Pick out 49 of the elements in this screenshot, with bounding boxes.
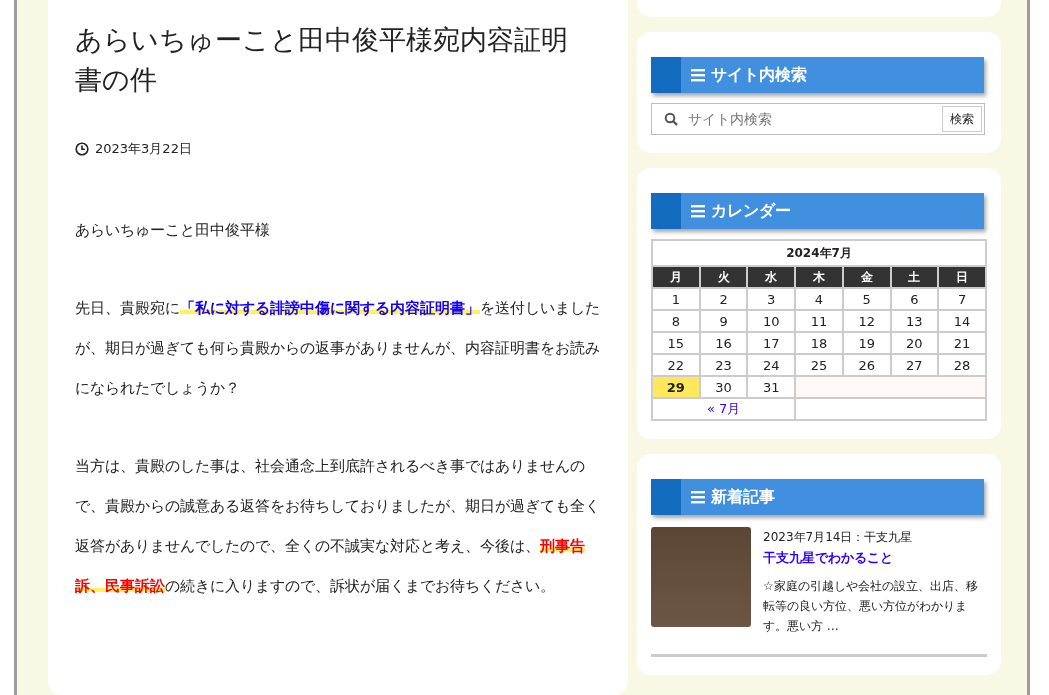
weekday-header: 火: [699, 266, 748, 288]
post-date: 2023年3月22日: [95, 140, 192, 158]
calendar-day[interactable]: 6: [890, 288, 939, 310]
calendar-day[interactable]: 3: [747, 288, 796, 310]
calendar-day[interactable]: 5: [842, 288, 891, 310]
calendar-day[interactable]: 8: [652, 310, 700, 332]
clock-icon: [75, 142, 89, 156]
calendar-day[interactable]: 13: [890, 310, 939, 332]
calendar-day[interactable]: 7: [938, 288, 986, 310]
post-meta: 2023年7月14日：干支九星: [763, 529, 914, 546]
calendar-day[interactable]: 19: [842, 332, 891, 354]
calendar-day[interactable]: 4: [795, 288, 843, 310]
weekday-header: 月: [652, 266, 700, 288]
widget-heading: 新着記事: [651, 479, 984, 515]
post-excerpt: ☆家庭の引越しや会社の設立、出店、移転等の良い方位、悪い方位がわかります。悪い方 …: [763, 578, 979, 635]
search-icon: [664, 112, 678, 126]
weekday-header: 日: [938, 266, 986, 288]
calendar-day[interactable]: 1: [652, 288, 700, 310]
calendar-day[interactable]: 10: [747, 310, 796, 332]
calendar-day[interactable]: 16: [699, 332, 748, 354]
weekday-header: 木: [795, 266, 843, 288]
post-title-link[interactable]: 干支九星でわかること: [763, 548, 987, 568]
calendar-day[interactable]: 20: [890, 332, 939, 354]
calendar-day[interactable]: 9: [699, 310, 748, 332]
calendar-day[interactable]: 2: [699, 288, 748, 310]
menu-icon: [691, 204, 705, 218]
search-field[interactable]: サイト内検索 検索: [651, 103, 985, 135]
calendar-day[interactable]: 17: [747, 332, 796, 354]
menu-icon: [691, 490, 705, 504]
calendar-day[interactable]: 21: [938, 332, 986, 354]
previous-month-link[interactable]: « 7月: [706, 401, 741, 416]
article-title: あらいちゅーこと田中俊平様宛内容証明書の件: [75, 23, 569, 97]
calendar-day[interactable]: 15: [652, 332, 700, 354]
calendar-day[interactable]: 24: [747, 354, 796, 376]
weekday-header: 土: [890, 266, 939, 288]
calendar-day[interactable]: 18: [795, 332, 843, 354]
weekday-header: 水: [747, 266, 796, 288]
widget-heading: カレンダー: [651, 193, 984, 229]
widget-heading: サイト内検索: [651, 57, 984, 93]
calendar-day[interactable]: 11: [795, 310, 843, 332]
weekday-header: 金: [842, 266, 891, 288]
search-button[interactable]: 検索: [942, 106, 982, 132]
menu-icon: [691, 68, 705, 82]
calendar-day[interactable]: 30: [699, 376, 748, 398]
paragraph: あらいちゅーこと田中俊平様: [75, 220, 271, 241]
calendar-day[interactable]: 14: [938, 310, 986, 332]
calendar-day[interactable]: 12: [842, 310, 891, 332]
calendar-day[interactable]: 23: [699, 354, 748, 376]
calendar-day[interactable]: 29: [652, 376, 700, 398]
